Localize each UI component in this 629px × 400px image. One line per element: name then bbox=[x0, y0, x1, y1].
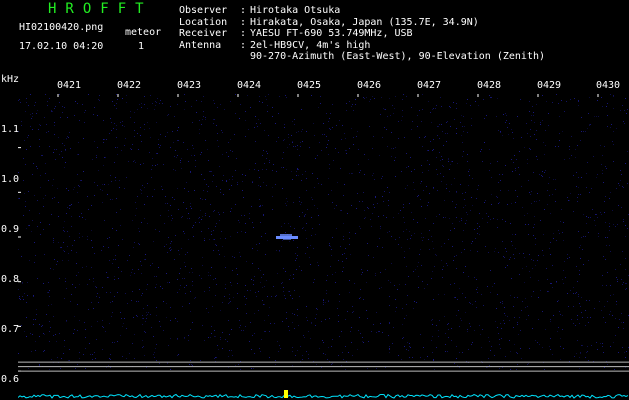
freq-label-0-8: 0.8 bbox=[1, 274, 20, 285]
time-label-0424: 0424 bbox=[237, 80, 262, 91]
freq-label-0-6: 0.6 bbox=[1, 374, 20, 385]
receiver-row: Receiver : YAESU FT-690 53.749MHz, USB bbox=[179, 28, 545, 40]
meteor-label: meteor bbox=[125, 27, 162, 38]
observer-sep: : bbox=[240, 5, 247, 16]
time-label-0427: 0427 bbox=[417, 80, 442, 91]
time-label-0421: 0421 bbox=[57, 80, 82, 91]
station-info: Observer : Hirotaka Otsuka Location : Hi… bbox=[179, 5, 545, 63]
antenna-indent bbox=[179, 51, 240, 63]
receiver-key: Receiver bbox=[179, 28, 228, 39]
freq-label-1-0: 1.0 bbox=[1, 174, 20, 185]
time-label-0428: 0428 bbox=[477, 80, 502, 91]
freq-label-0-7: 0.7 bbox=[1, 324, 20, 335]
time-label-0430: 0430 bbox=[596, 80, 621, 91]
time-label-0422: 0422 bbox=[117, 80, 142, 91]
tick-marks bbox=[18, 94, 599, 372]
observer-value: Hirotaka Otsuka bbox=[250, 5, 341, 16]
location-value: Hirakata, Osaka, Japan (135.7E, 34.9N) bbox=[250, 16, 479, 28]
time-label-0425: 0425 bbox=[297, 80, 322, 91]
frequency-unit-label: kHz bbox=[1, 74, 20, 85]
app-title: HROFFT bbox=[48, 1, 153, 17]
power-peak-marker bbox=[284, 390, 288, 398]
noise-layer bbox=[18, 94, 629, 370]
observer-key: Observer bbox=[179, 5, 228, 16]
time-label-0429: 0429 bbox=[537, 80, 562, 91]
receiver-sep: : bbox=[240, 28, 247, 39]
antenna-value-2: 90-270-Azimuth (East-West), 90-Elevation… bbox=[250, 51, 546, 62]
location-sep: : bbox=[240, 16, 247, 28]
meteor-count: 1 bbox=[138, 41, 145, 52]
antenna-sep: : bbox=[240, 39, 247, 51]
header: HROFFT HI02100420.png 17.02.10 04:20 met… bbox=[0, 0, 629, 72]
antenna-indent-sep bbox=[240, 51, 250, 63]
location-row: Location : Hirakata, Osaka, Japan (135.7… bbox=[179, 17, 545, 29]
file-name: HI02100420.png bbox=[19, 22, 104, 33]
power-trace bbox=[18, 393, 629, 399]
date-time: 17.02.10 04:20 bbox=[19, 41, 104, 52]
meteor-echo bbox=[276, 234, 298, 240]
antenna-row-2: 90-270-Azimuth (East-West), 90-Elevation… bbox=[179, 51, 545, 63]
freq-label-0-9: 0.9 bbox=[1, 224, 20, 235]
receiver-value: YAESU FT-690 53.749MHz, USB bbox=[250, 28, 413, 39]
reference-lines bbox=[18, 361, 629, 372]
time-label-0423: 0423 bbox=[177, 80, 202, 91]
observer-row: Observer : Hirotaka Otsuka bbox=[179, 5, 545, 17]
antenna-value: 2el-HB9CV, 4m's high bbox=[250, 39, 371, 51]
antenna-row: Antenna : 2el-HB9CV, 4m's high bbox=[179, 40, 545, 52]
spectrogram-plot bbox=[18, 94, 629, 399]
antenna-key: Antenna bbox=[179, 39, 222, 51]
time-label-0426: 0426 bbox=[357, 80, 382, 91]
location-key: Location bbox=[179, 16, 228, 28]
freq-label-1-1: 1.1 bbox=[1, 124, 20, 135]
